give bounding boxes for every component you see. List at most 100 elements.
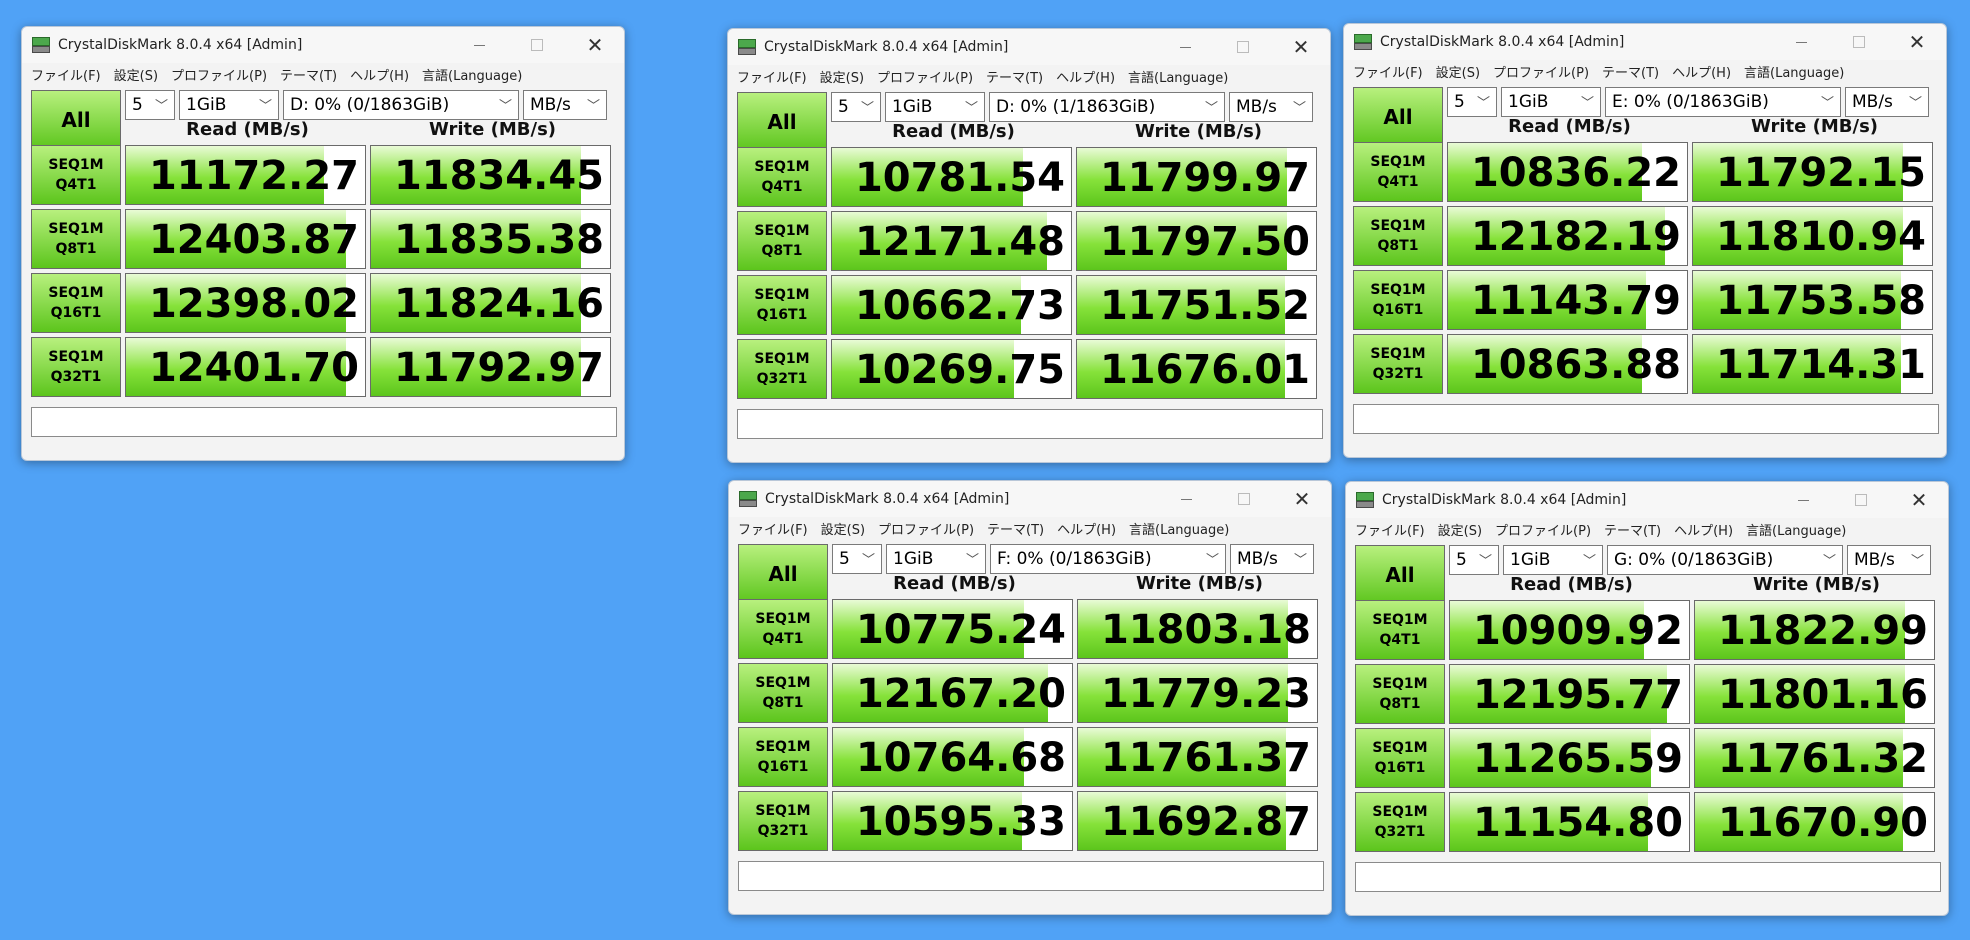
test-count-select[interactable]: 5 ﹀ — [1447, 87, 1497, 117]
close-button[interactable]: ✕ — [1890, 482, 1948, 518]
all-button[interactable]: All — [737, 92, 827, 152]
menu-profile[interactable]: プロファイル(P) — [171, 65, 267, 84]
close-button[interactable]: ✕ — [1888, 24, 1946, 60]
test-size-select[interactable]: 1GiB ﹀ — [886, 544, 986, 574]
menu-file[interactable]: ファイル(F) — [1353, 62, 1423, 81]
menu-help[interactable]: ヘルプ(H) — [1672, 62, 1731, 81]
drive-select[interactable]: D: 0% (0/1863GiB) ﹀ — [283, 90, 519, 120]
menu-help[interactable]: ヘルプ(H) — [350, 65, 409, 84]
minimize-button[interactable] — [450, 27, 508, 63]
unit-select[interactable]: MB/s ﹀ — [1229, 92, 1313, 122]
menu-file[interactable]: ファイル(F) — [31, 65, 101, 84]
test-button[interactable]: SEQ1M Q32T1 — [1353, 334, 1443, 394]
comment-field[interactable] — [737, 409, 1323, 439]
menu-settings[interactable]: 設定(S) — [1436, 62, 1480, 81]
test-button[interactable]: SEQ1M Q8T1 — [31, 209, 121, 269]
test-button[interactable]: SEQ1M Q4T1 — [1355, 600, 1445, 660]
test-count-select[interactable]: 5 ﹀ — [125, 90, 175, 120]
test-button[interactable]: SEQ1M Q4T1 — [738, 599, 828, 659]
minimize-button[interactable] — [1772, 24, 1830, 60]
menu-language[interactable]: 言語(Language) — [1746, 520, 1846, 539]
menu-file[interactable]: ファイル(F) — [738, 519, 808, 538]
minimize-button[interactable] — [1774, 482, 1832, 518]
minimize-button[interactable] — [1157, 481, 1215, 517]
menu-language[interactable]: 言語(Language) — [422, 65, 522, 84]
all-button[interactable]: All — [1355, 545, 1445, 605]
menu-help[interactable]: ヘルプ(H) — [1674, 520, 1733, 539]
menu-profile[interactable]: プロファイル(P) — [1495, 520, 1591, 539]
drive-select[interactable]: G: 0% (0/1863GiB) ﹀ — [1607, 545, 1843, 575]
menu-theme[interactable]: テーマ(T) — [987, 519, 1044, 538]
title-bar[interactable]: CrystalDiskMark 8.0.4 x64 [Admin] ✕ — [1344, 24, 1946, 60]
menu-file[interactable]: ファイル(F) — [1355, 520, 1425, 539]
test-size-select[interactable]: 1GiB ﹀ — [179, 90, 279, 120]
test-button[interactable]: SEQ1M Q32T1 — [737, 339, 827, 399]
all-button[interactable]: All — [1353, 87, 1443, 147]
test-button[interactable]: SEQ1M Q32T1 — [738, 791, 828, 851]
comment-field[interactable] — [1353, 404, 1939, 434]
all-button[interactable]: All — [738, 544, 828, 604]
menu-settings[interactable]: 設定(S) — [114, 65, 158, 84]
test-count-select[interactable]: 5 ﹀ — [832, 544, 882, 574]
test-button[interactable]: SEQ1M Q16T1 — [737, 275, 827, 335]
close-button[interactable]: ✕ — [1272, 29, 1330, 65]
menu-settings[interactable]: 設定(S) — [821, 519, 865, 538]
unit-select[interactable]: MB/s ﹀ — [1847, 545, 1931, 575]
drive-select[interactable]: E: 0% (0/1863GiB) ﹀ — [1605, 87, 1841, 117]
menu-language[interactable]: 言語(Language) — [1129, 519, 1229, 538]
title-bar[interactable]: CrystalDiskMark 8.0.4 x64 [Admin] ✕ — [728, 29, 1330, 65]
title-bar[interactable]: CrystalDiskMark 8.0.4 x64 [Admin] ✕ — [729, 481, 1331, 517]
comment-field[interactable] — [738, 861, 1324, 891]
maximize-button[interactable] — [1830, 24, 1888, 60]
test-count-select[interactable]: 5 ﹀ — [1449, 545, 1499, 575]
unit-select[interactable]: MB/s ﹀ — [1845, 87, 1929, 117]
unit-select[interactable]: MB/s ﹀ — [523, 90, 607, 120]
menu-language[interactable]: 言語(Language) — [1744, 62, 1844, 81]
drive-select[interactable]: F: 0% (0/1863GiB) ﹀ — [990, 544, 1226, 574]
menu-theme[interactable]: テーマ(T) — [1604, 520, 1661, 539]
all-button[interactable]: All — [31, 90, 121, 150]
menu-settings[interactable]: 設定(S) — [820, 67, 864, 86]
menu-theme[interactable]: テーマ(T) — [280, 65, 337, 84]
menu-profile[interactable]: プロファイル(P) — [877, 67, 973, 86]
test-button[interactable]: SEQ1M Q8T1 — [737, 211, 827, 271]
title-bar[interactable]: CrystalDiskMark 8.0.4 x64 [Admin] ✕ — [22, 27, 624, 63]
menu-theme[interactable]: テーマ(T) — [986, 67, 1043, 86]
drive-select[interactable]: D: 0% (1/1863GiB) ﹀ — [989, 92, 1225, 122]
test-count-select[interactable]: 5 ﹀ — [831, 92, 881, 122]
menu-profile[interactable]: プロファイル(P) — [1493, 62, 1589, 81]
close-button[interactable]: ✕ — [1273, 481, 1331, 517]
maximize-button[interactable] — [508, 27, 566, 63]
maximize-button[interactable] — [1832, 482, 1890, 518]
test-button[interactable]: SEQ1M Q4T1 — [737, 147, 827, 207]
test-button[interactable]: SEQ1M Q8T1 — [1353, 206, 1443, 266]
test-button[interactable]: SEQ1M Q16T1 — [1353, 270, 1443, 330]
comment-field[interactable] — [1355, 862, 1941, 892]
test-button[interactable]: SEQ1M Q16T1 — [31, 273, 121, 333]
test-button[interactable]: SEQ1M Q32T1 — [31, 337, 121, 397]
unit-select[interactable]: MB/s ﹀ — [1230, 544, 1314, 574]
test-size-select[interactable]: 1GiB ﹀ — [1503, 545, 1603, 575]
close-button[interactable]: ✕ — [566, 27, 624, 63]
menu-settings[interactable]: 設定(S) — [1438, 520, 1482, 539]
test-button[interactable]: SEQ1M Q16T1 — [738, 727, 828, 787]
test-size-select[interactable]: 1GiB ﹀ — [885, 92, 985, 122]
title-bar[interactable]: CrystalDiskMark 8.0.4 x64 [Admin] ✕ — [1346, 482, 1948, 518]
minimize-button[interactable] — [1156, 29, 1214, 65]
menu-help[interactable]: ヘルプ(H) — [1057, 519, 1116, 538]
maximize-button[interactable] — [1215, 481, 1273, 517]
maximize-button[interactable] — [1214, 29, 1272, 65]
comment-field[interactable] — [31, 407, 617, 437]
test-button[interactable]: SEQ1M Q4T1 — [1353, 142, 1443, 202]
test-button[interactable]: SEQ1M Q8T1 — [738, 663, 828, 723]
menu-theme[interactable]: テーマ(T) — [1602, 62, 1659, 81]
test-button[interactable]: SEQ1M Q8T1 — [1355, 664, 1445, 724]
test-button[interactable]: SEQ1M Q4T1 — [31, 145, 121, 205]
menu-help[interactable]: ヘルプ(H) — [1056, 67, 1115, 86]
test-button[interactable]: SEQ1M Q32T1 — [1355, 792, 1445, 852]
menu-language[interactable]: 言語(Language) — [1128, 67, 1228, 86]
menu-profile[interactable]: プロファイル(P) — [878, 519, 974, 538]
menu-file[interactable]: ファイル(F) — [737, 67, 807, 86]
test-size-select[interactable]: 1GiB ﹀ — [1501, 87, 1601, 117]
test-button[interactable]: SEQ1M Q16T1 — [1355, 728, 1445, 788]
